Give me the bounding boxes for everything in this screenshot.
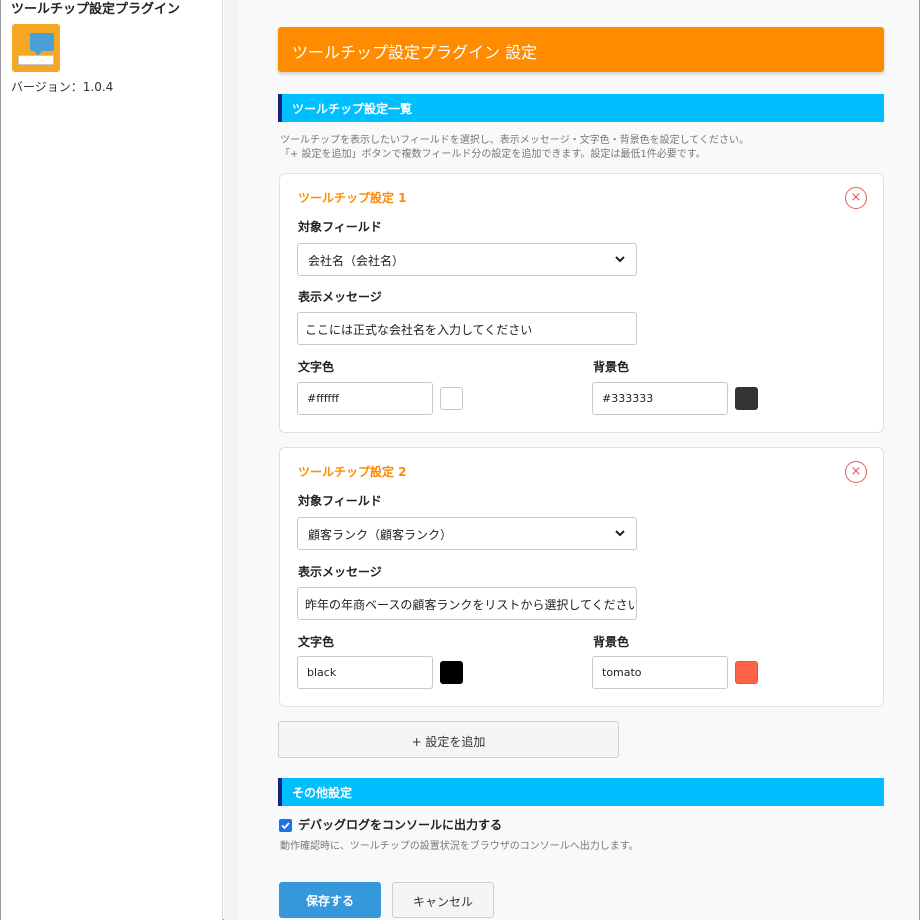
tooltip-section-desc-1: ツールチップを表示したいフィールドを選択し、表示メッセージ・文字色・背景色を設定… xyxy=(280,135,749,146)
save-button[interactable]: 保存する xyxy=(279,882,381,918)
plugin-version: バージョン：1.0.4 xyxy=(11,80,114,94)
cancel-button-label: キャンセル xyxy=(412,895,473,909)
input-field-icon xyxy=(18,55,54,65)
bg-color-swatch[interactable] xyxy=(735,387,758,410)
remove-setting-button[interactable]: × xyxy=(845,187,867,209)
text-color-input[interactable]: #ffffff xyxy=(297,382,433,415)
bg-color-label: 背景色 xyxy=(593,635,630,649)
text-color-swatch[interactable] xyxy=(440,387,463,410)
tooltip-section-header: ツールチップ設定一覧 xyxy=(278,94,884,122)
tooltip-setting-card-1: ツールチップ設定 1 × 対象フィールド 会社名（会社名） 表示メッセージ ここ… xyxy=(279,173,884,433)
page-title: ツールチップ設定プラグイン 設定 xyxy=(292,43,538,62)
field-select-value: 顧客ランク（顧客ランク） xyxy=(308,528,453,542)
plugin-icon xyxy=(12,24,60,72)
message-input[interactable]: ここには正式な会社名を入力してください xyxy=(297,312,637,345)
text-color-input[interactable]: black xyxy=(297,656,433,689)
remove-setting-button[interactable]: × xyxy=(845,461,867,483)
save-button-label: 保存する xyxy=(305,894,354,908)
cancel-button[interactable]: キャンセル xyxy=(392,882,494,918)
text-color-label: 文字色 xyxy=(298,360,335,374)
other-section-title: その他設定 xyxy=(292,786,353,800)
text-color-swatch[interactable] xyxy=(440,661,463,684)
tooltip-section-title: ツールチップ設定一覧 xyxy=(292,102,413,116)
bg-color-label: 背景色 xyxy=(593,360,630,374)
field-label: 対象フィールド xyxy=(298,220,382,234)
tooltip-section-desc-2: 「+ 設定を追加」ボタンで複数フィールド分の設定を追加できます。設定は最低1件必… xyxy=(280,149,706,160)
tooltip-setting-card-2: ツールチップ設定 2 × 対象フィールド 顧客ランク（顧客ランク） 表示メッセー… xyxy=(279,447,884,707)
bg-color-value: #333333 xyxy=(602,392,654,405)
tooltip-bubble-icon xyxy=(30,33,54,56)
text-color-label: 文字色 xyxy=(298,635,335,649)
field-select-value: 会社名（会社名） xyxy=(308,254,405,268)
field-select[interactable]: 顧客ランク（顧客ランク） xyxy=(297,517,637,550)
card-title: ツールチップ設定 2 xyxy=(298,465,407,479)
plugin-title: ツールチップ設定プラグイン xyxy=(11,2,181,17)
field-select[interactable]: 会社名（会社名） xyxy=(297,243,637,276)
bg-color-input[interactable]: #333333 xyxy=(592,382,728,415)
other-section-header: その他設定 xyxy=(278,778,884,806)
chevron-down-icon xyxy=(615,256,625,263)
bg-color-swatch[interactable] xyxy=(735,661,758,684)
add-setting-button[interactable]: + 設定を追加 xyxy=(278,721,619,758)
bg-color-value: tomato xyxy=(602,666,642,679)
debug-log-checkbox[interactable] xyxy=(279,819,292,832)
message-input-value: ここには正式な会社名を入力してください xyxy=(305,323,533,337)
message-label: 表示メッセージ xyxy=(298,290,382,304)
check-icon xyxy=(281,822,290,830)
text-color-value: black xyxy=(307,666,337,679)
chevron-down-icon xyxy=(615,530,625,537)
debug-log-desc: 動作確認時に、ツールチップの設置状況をブラウザのコンソールへ出力します。 xyxy=(280,841,639,852)
message-label: 表示メッセージ xyxy=(298,565,382,579)
message-input[interactable]: 昨年の年商ベースの顧客ランクをリストから選択してください xyxy=(297,587,637,620)
message-input-value: 昨年の年商ベースの顧客ランクをリストから選択してください xyxy=(305,598,637,612)
text-color-value: #ffffff xyxy=(307,392,339,405)
gutter xyxy=(224,0,238,920)
debug-log-label[interactable]: デバッグログをコンソールに出力する xyxy=(298,816,502,833)
card-title: ツールチップ設定 1 xyxy=(298,191,407,205)
plugin-sidebar: ツールチップ設定プラグイン バージョン：1.0.4 xyxy=(1,0,223,920)
field-label: 対象フィールド xyxy=(298,494,382,508)
page-header: ツールチップ設定プラグイン 設定 xyxy=(278,27,884,72)
add-setting-label: + 設定を追加 xyxy=(411,735,486,749)
bg-color-input[interactable]: tomato xyxy=(592,656,728,689)
